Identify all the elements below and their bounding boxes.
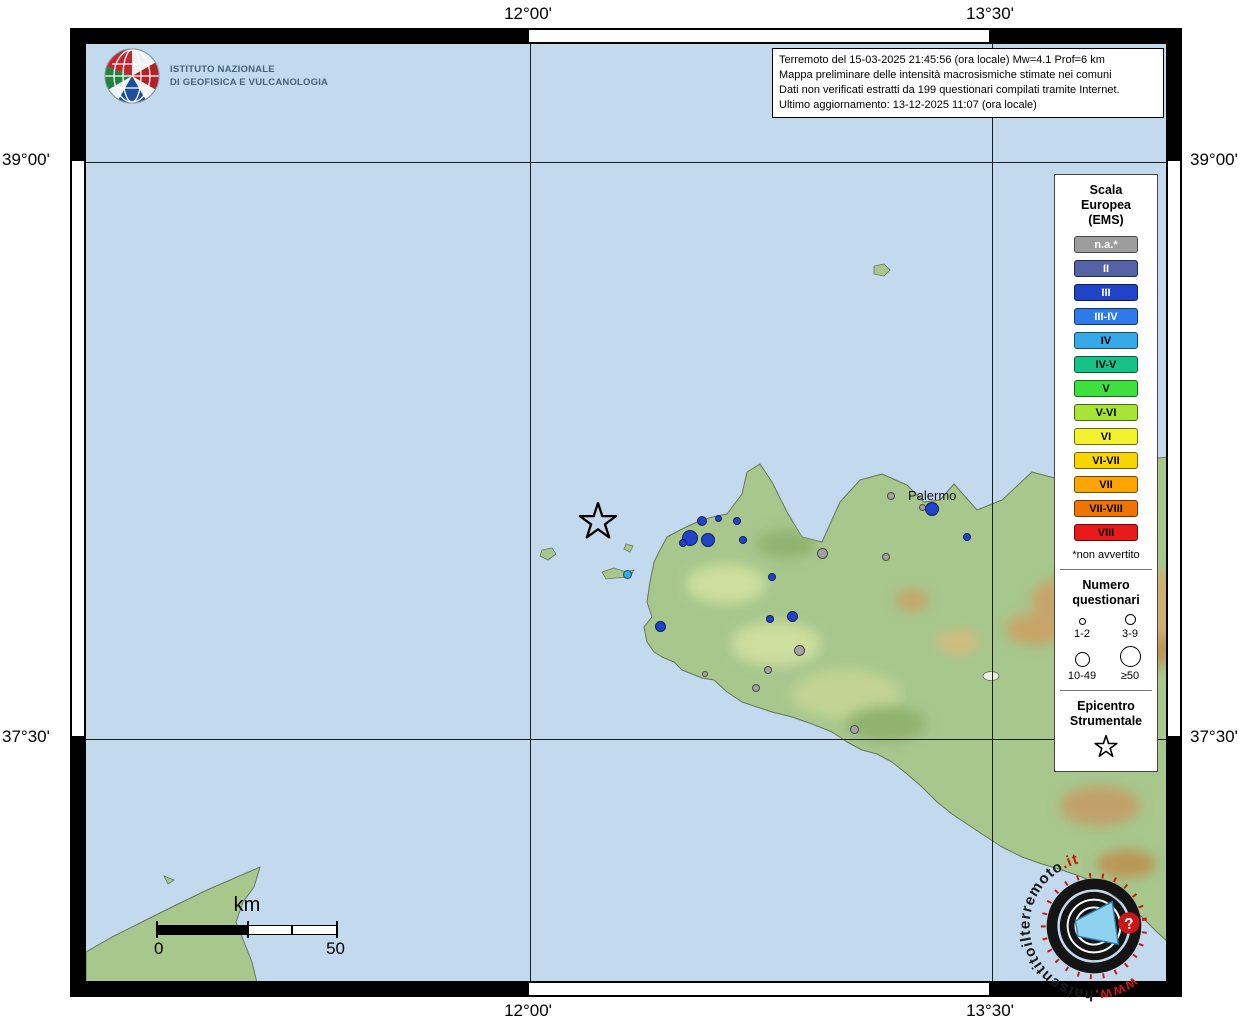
ingv-title: ISTITUTO NAZIONALE DI GEOFISICA E VULCAN… [170, 63, 328, 89]
frame-bar-left [71, 29, 85, 996]
questionnaire-size-≥50: ≥50 [1106, 646, 1154, 682]
intensity-point-III [655, 621, 666, 632]
intensity-point-na [752, 684, 760, 692]
intensity-point-III [768, 573, 776, 581]
event-info-line: Dati non verificati estratti da 199 ques… [779, 83, 1157, 98]
legend-divider [1060, 690, 1152, 691]
intensity-point-na [887, 492, 895, 500]
event-info-line: Mappa preliminare delle intensità macros… [779, 68, 1157, 83]
ems-class-list: n.a.*IIIIIIII-IVIVIV-VVV-VIVIVI-VIIVIIVI… [1074, 236, 1138, 548]
questionnaire-title: Numero questionari [1072, 578, 1139, 608]
lat-label-left-bottom: 37°30' [2, 727, 50, 747]
ems-class-III-IV: III-IV [1074, 308, 1138, 325]
intensity-point-III [787, 611, 798, 622]
page: 12°00' 13°30' 12°00' 13°30' 39°00' 37°30… [0, 0, 1255, 1024]
epicenter-legend-title: Epicentro Strumentale [1070, 699, 1142, 729]
scale-bar-unit: km [157, 894, 337, 917]
ingv-globe-icon [102, 46, 162, 106]
intensity-point-III [679, 539, 687, 547]
ems-class-IV-V: IV-V [1074, 356, 1138, 373]
intensity-point-na [702, 671, 708, 677]
intensity-point-III [925, 502, 939, 516]
intensity-point-na [764, 666, 772, 674]
intensity-point-III [701, 533, 715, 547]
epicenter-legend-star-icon [1094, 735, 1118, 759]
intensity-point-III [739, 536, 747, 544]
intensity-point-na [817, 548, 828, 559]
ems-class-VIII: VIII [1074, 524, 1138, 541]
ems-class-II: II [1074, 260, 1138, 277]
ems-class-VI: VI [1074, 428, 1138, 445]
intensity-point-III [963, 533, 971, 541]
lat-label-right-bottom: 37°30' [1190, 727, 1238, 747]
scale-bar-end: 50 [326, 939, 345, 959]
intensity-point-na [882, 553, 890, 561]
event-info-box: Terremoto del 15-03-2025 21:45:56 (ora l… [772, 48, 1164, 118]
legend-panel: Scala Europea (EMS) n.a.*IIIIIIII-IVIVIV… [1054, 174, 1158, 772]
legend-divider [1060, 569, 1152, 570]
intensity-point-na [794, 645, 805, 656]
ems-class-IV: IV [1074, 332, 1138, 349]
lon-label-top-left: 12°00' [483, 4, 573, 24]
questionnaire-size-1-2: 1-2 [1058, 614, 1106, 640]
lat-label-right-top: 39°00' [1190, 150, 1238, 170]
questionnaire-size-3-9: 3-9 [1106, 614, 1154, 640]
lon-label-top-right: 13°30' [945, 4, 1035, 24]
ingv-logo: ISTITUTO NAZIONALE DI GEOFISICA E VULCAN… [102, 46, 328, 106]
event-info-line: Terremoto del 15-03-2025 21:45:56 (ora l… [779, 53, 1157, 68]
intensity-point-na [919, 504, 926, 511]
intensity-point-na [850, 725, 859, 734]
legend-footnote: *non avvertito [1072, 549, 1139, 561]
ems-class-VII: VII [1074, 476, 1138, 493]
scale-bar: km 0 50 [157, 894, 337, 959]
questionnaire-size-grid: 1-23-910-49≥50 [1058, 614, 1154, 682]
ems-class-V: V [1074, 380, 1138, 397]
lat-label-left-top: 39°00' [2, 150, 50, 170]
epicenter-star [578, 502, 618, 542]
ems-class-VI-VII: VI-VII [1074, 452, 1138, 469]
ems-class-VII-VIII: VII-VIII [1074, 500, 1138, 517]
event-info-line: Ultimo aggiornamento: 13-12-2025 11:07 (… [779, 98, 1157, 113]
intensity-point-III [697, 516, 707, 526]
scale-bar-graphic [157, 925, 337, 935]
ems-class-III: III [1074, 284, 1138, 301]
map-canvas: Palermo ISTITUTO NAZIONALE [85, 43, 1167, 982]
intensity-point-III [715, 515, 722, 522]
frame-bar-top [71, 29, 1181, 43]
intensity-point-III [766, 615, 774, 623]
intensity-point-IV [623, 570, 632, 579]
city-label-palermo: Palermo [908, 488, 956, 503]
ems-class-V-VI: V-VI [1074, 404, 1138, 421]
lon-label-bottom-left: 12°00' [483, 1001, 573, 1021]
ems-class-n.a.*: n.a.* [1074, 236, 1138, 253]
scale-bar-start: 0 [154, 939, 163, 959]
legend-title: Scala Europea (EMS) [1081, 183, 1131, 228]
intensity-points-layer [86, 44, 1166, 981]
intensity-point-III [733, 517, 741, 525]
questionnaire-size-10-49: 10-49 [1058, 646, 1106, 682]
haisentito-logo: ? www.haisentitoilterremoto.it [1014, 846, 1174, 1006]
